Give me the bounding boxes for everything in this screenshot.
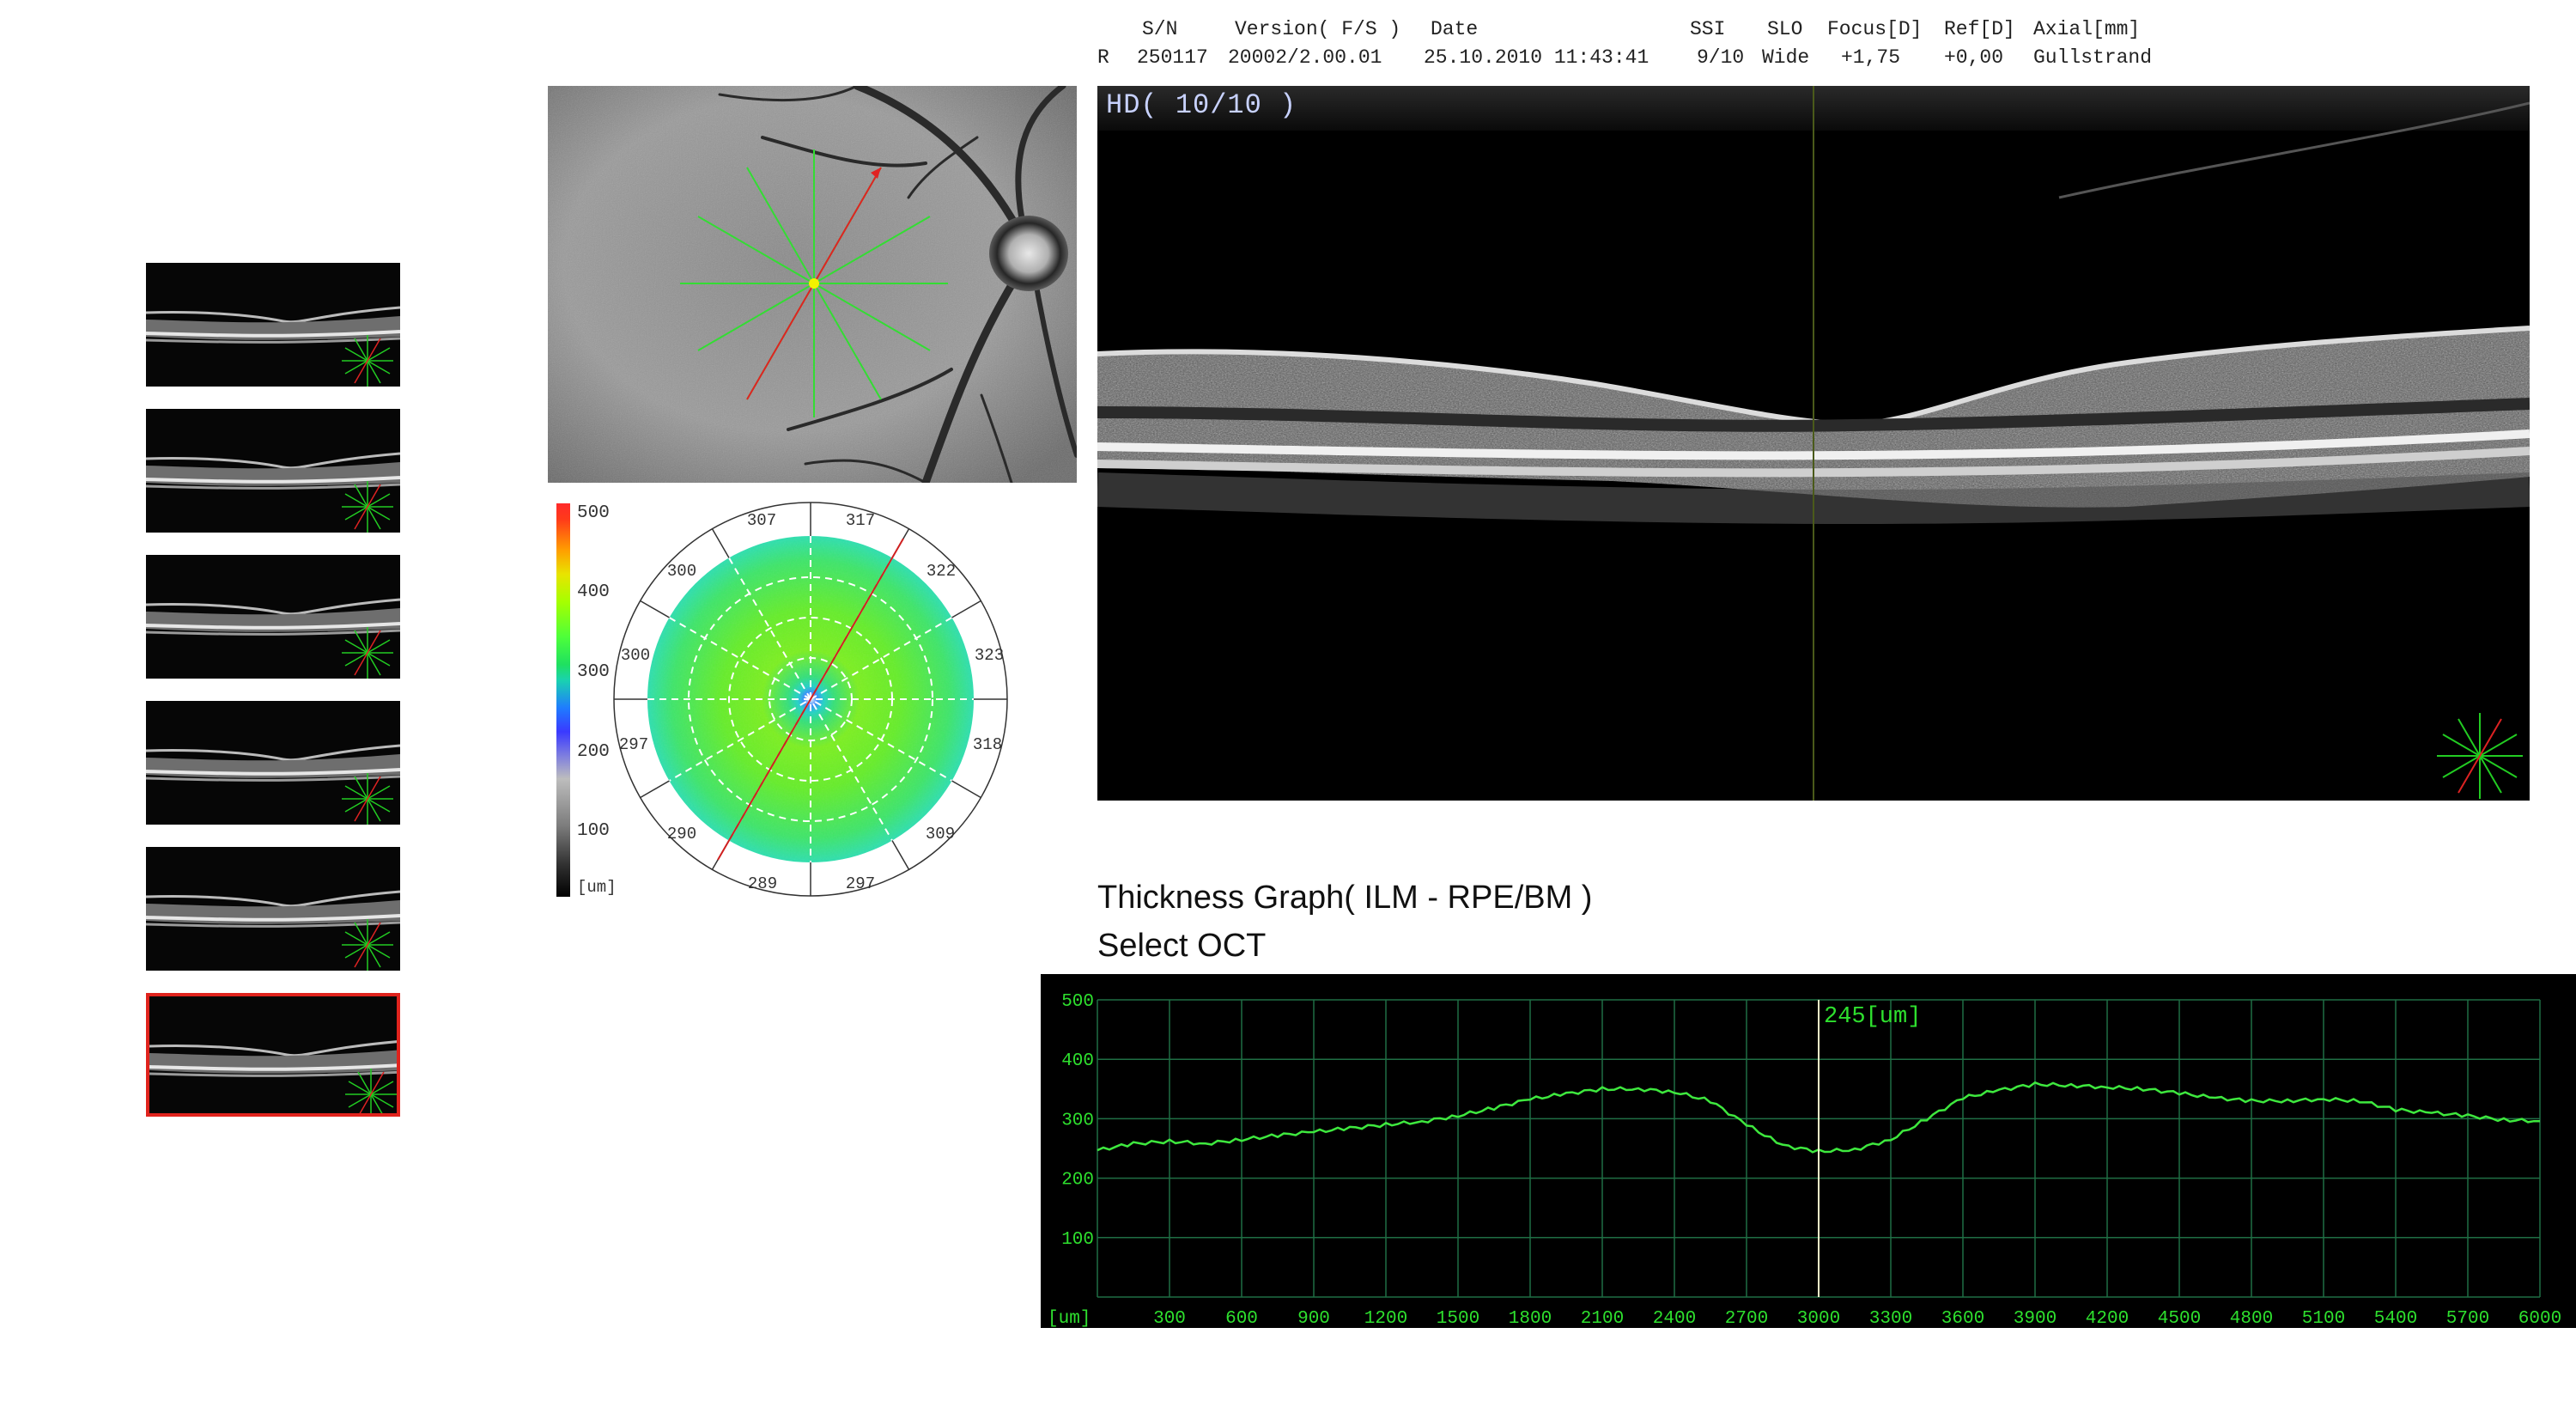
x-tick-label: 1200 (1364, 1309, 1407, 1328)
x-tick-label: 4500 (2158, 1309, 2201, 1328)
x-tick-label: 900 (1297, 1309, 1330, 1328)
svg-text:323: 323 (975, 646, 1004, 665)
bscan-graphic (1097, 86, 2530, 801)
x-tick-label: 4200 (2086, 1309, 2129, 1328)
oct-thumbnail-6[interactable] (146, 993, 400, 1117)
header-axial-label: Axial[mm] (2033, 18, 2141, 40)
thumbnail-scan-graphic (146, 409, 400, 533)
thickness-polar-map[interactable]: 307 317 322 323 318 309 297 289 290 297 … (611, 500, 1010, 898)
svg-text:297: 297 (619, 735, 648, 754)
colorbar-label-100: 100 (577, 821, 610, 841)
x-tick-label: 300 (1153, 1309, 1186, 1328)
x-tick-label: 3300 (1869, 1309, 1912, 1328)
oct-thumbnail-4[interactable] (146, 701, 400, 825)
header-version-value: 20002/2.00.01 (1228, 46, 1382, 69)
x-tick-label: 2400 (1653, 1309, 1696, 1328)
oct-thumbnail-5[interactable] (146, 847, 400, 971)
header-axial-value: Gullstrand (2033, 46, 2153, 69)
thumbnail-scan-graphic (146, 263, 400, 387)
x-tick-label: 6000 (2518, 1309, 2561, 1328)
thickness-graph[interactable]: 100 200 300 400 500 300 600 900 1200 1500 1800 2100… (1041, 974, 2576, 1329)
y-tick-label: 400 (1061, 1051, 1094, 1071)
oct-bscan-image[interactable] (1097, 86, 2530, 801)
bscan-quality-label: HD( 10/10 ) (1106, 89, 1297, 121)
x-tick-label: 2700 (1725, 1309, 1768, 1328)
header-focus-value: +1,75 (1841, 46, 1901, 69)
y-tick-label: 100 (1061, 1230, 1094, 1250)
fundus-slo-image[interactable] (548, 86, 1077, 483)
header-ssi-label: SSI (1690, 18, 1726, 40)
header-date-value: 25.10.2010 11:43:41 (1424, 46, 1649, 69)
optic-disc (989, 216, 1068, 291)
x-tick-label: 4800 (2230, 1309, 2273, 1328)
thumbnail-scan-graphic (146, 555, 400, 679)
svg-text:317: 317 (846, 511, 875, 530)
oct-thumbnail-1[interactable] (146, 263, 400, 387)
x-tick-label: 600 (1225, 1309, 1258, 1328)
header-slo-label: SLO (1767, 18, 1803, 40)
polar-map-graphic: 307 317 322 323 318 309 297 289 290 297 … (613, 502, 1008, 897)
fundus-graphic (548, 86, 1077, 483)
thickness-color-scale (556, 503, 570, 897)
colorbar-unit-label: [um] (577, 878, 617, 897)
thumbnail-scan-graphic (146, 701, 400, 825)
header-version-label: Version( F/S ) (1235, 18, 1401, 40)
x-tick-label: 5100 (2302, 1309, 2345, 1328)
x-axis-unit-label: [um] (1048, 1309, 1091, 1328)
y-tick-label: 200 (1061, 1171, 1094, 1191)
fovea-center-marker (809, 278, 819, 289)
svg-text:318: 318 (973, 735, 1002, 754)
svg-text:290: 290 (667, 825, 696, 844)
x-tick-label: 5400 (2374, 1309, 2417, 1328)
x-tick-label: 1500 (1437, 1309, 1479, 1328)
select-oct-label[interactable]: Select OCT (1097, 928, 1266, 965)
header-focus-label: Focus[D] (1827, 18, 1923, 40)
thickness-graph-title: Thickness Graph( ILM - RPE/BM ) (1097, 880, 1593, 916)
svg-text:322: 322 (927, 562, 956, 581)
header-date-label: Date (1431, 18, 1479, 40)
cursor-thickness-label: 245[um] (1824, 1004, 1921, 1030)
oct-thumbnail-3[interactable] (146, 555, 400, 679)
y-tick-label: 300 (1061, 1111, 1094, 1130)
colorbar-label-400: 400 (577, 582, 610, 602)
colorbar-label-200: 200 (577, 742, 610, 762)
thumbnail-scan-graphic (149, 996, 397, 1113)
x-tick-label: 2100 (1581, 1309, 1624, 1328)
header-sn-value: 250117 (1137, 46, 1208, 69)
colorbar-label-500: 500 (577, 503, 610, 523)
header-ref-label: Ref[D] (1944, 18, 2015, 40)
thumbnail-scan-graphic (146, 847, 400, 971)
oct-thumbnail-2[interactable] (146, 409, 400, 533)
svg-text:297: 297 (846, 874, 875, 893)
x-tick-label: 3600 (1941, 1309, 1984, 1328)
svg-text:309: 309 (926, 825, 955, 844)
svg-text:300: 300 (621, 646, 650, 665)
svg-text:307: 307 (747, 511, 776, 530)
y-tick-label: 500 (1061, 992, 1094, 1012)
header-ref-value: +0,00 (1944, 46, 2004, 69)
x-tick-label: 3900 (2014, 1309, 2057, 1328)
x-tick-label: 3000 (1797, 1309, 1840, 1328)
colorbar-label-300: 300 (577, 662, 610, 682)
svg-text:300: 300 (667, 562, 696, 581)
header-ssi-value: 9/10 (1697, 46, 1745, 69)
svg-text:289: 289 (748, 874, 777, 893)
header-sn-label: S/N (1142, 18, 1178, 40)
header-slo-value: Wide (1762, 46, 1810, 69)
x-tick-label: 5700 (2446, 1309, 2489, 1328)
header-eye-value: R (1097, 46, 1109, 69)
x-tick-label: 1800 (1509, 1309, 1552, 1328)
thickness-graph-svg: 100 200 300 400 500 300 600 900 1200 1500 1800 2100… (1048, 992, 2561, 1329)
